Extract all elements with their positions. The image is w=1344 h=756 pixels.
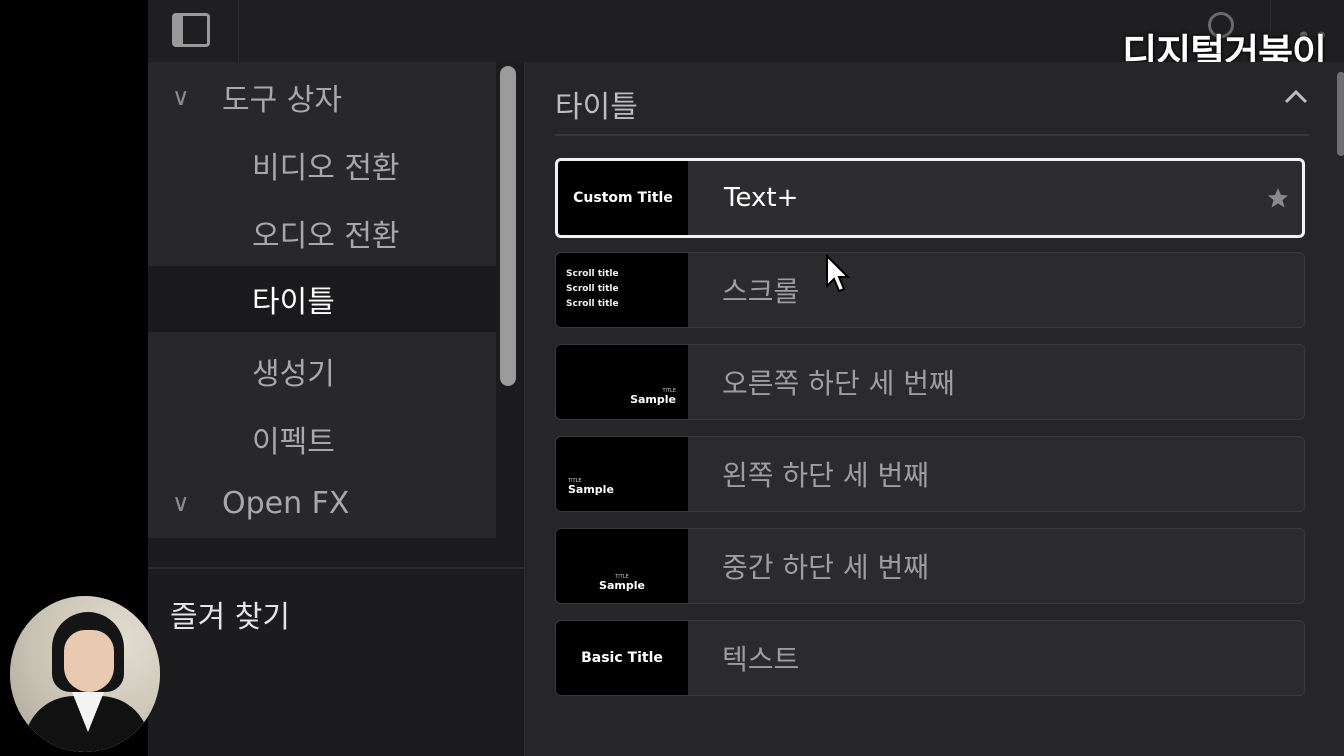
chevron-down-icon[interactable]: ∨ — [172, 83, 222, 111]
titles-panel: 타이틀 Custom Title Text+ Scroll title Scro… — [525, 62, 1344, 756]
panel-toggle-icon — [172, 13, 210, 47]
title-thumbnail: TITLE Sample — [556, 529, 688, 603]
mouse-cursor-icon — [826, 254, 851, 293]
title-item-label: Text+ — [724, 183, 799, 213]
tree-item-video-transitions[interactable]: 비디오 전환 — [148, 132, 496, 198]
tree-item-label: 생성기 — [252, 357, 335, 392]
title-item-scroll[interactable]: Scroll title Scroll title Scroll title 스… — [555, 252, 1305, 328]
title-thumbnail: Scroll title Scroll title Scroll title — [556, 253, 688, 327]
tree-category-openfx[interactable]: ∨ Open FX — [148, 470, 496, 536]
favorites-header[interactable]: 즐겨 찾기 — [170, 592, 290, 636]
tree-item-label: 타이틀 — [252, 285, 335, 320]
title-item-label: 텍스트 — [722, 643, 800, 676]
title-thumbnail: Basic Title — [556, 621, 688, 695]
panel-toggle-button[interactable] — [148, 0, 239, 62]
star-icon[interactable] — [1266, 186, 1290, 210]
effects-sidebar: ∨ 도구 상자 비디오 전환 오디오 전환 타이틀 생성기 이펙트 ∨ Open… — [148, 62, 525, 756]
title-thumbnail: TITLE Sample — [556, 437, 688, 511]
section-divider — [555, 134, 1309, 136]
sidebar-divider — [148, 567, 524, 569]
tree-category-toolbox[interactable]: ∨ 도구 상자 — [148, 64, 496, 130]
title-thumbnail: TITLE Sample — [556, 345, 688, 419]
chevron-up-icon[interactable] — [1283, 84, 1309, 110]
tree-item-titles[interactable]: 타이틀 — [148, 266, 496, 332]
main-scrollbar[interactable] — [1337, 72, 1344, 156]
tree-item-effects[interactable]: 이펙트 — [148, 406, 496, 472]
tree-item-generators[interactable]: 생성기 — [148, 338, 496, 404]
title-item-label: 스크롤 — [722, 275, 800, 308]
tree-item-audio-transitions[interactable]: 오디오 전환 — [148, 200, 496, 266]
title-item-lower-third-left[interactable]: TITLE Sample 왼쪽 하단 세 번째 — [555, 436, 1305, 512]
tree-item-label: 오디오 전환 — [252, 219, 400, 254]
title-item-lower-third-right[interactable]: TITLE Sample 오른쪽 하단 세 번째 — [555, 344, 1305, 420]
title-item-label: 왼쪽 하단 세 번째 — [722, 459, 930, 492]
title-item-text[interactable]: Basic Title 텍스트 — [555, 620, 1305, 696]
tree-item-label: 비디오 전환 — [252, 151, 400, 186]
sidebar-scrollbar[interactable] — [500, 66, 516, 386]
title-item-text-plus[interactable]: Custom Title Text+ — [555, 158, 1305, 238]
webcam-overlay — [10, 596, 160, 752]
chevron-down-icon[interactable]: ∨ — [172, 489, 222, 517]
title-item-label: 오른쪽 하단 세 번째 — [722, 367, 955, 400]
tree-item-label: Open FX — [222, 485, 350, 521]
tree-item-label: 도구 상자 — [222, 83, 342, 118]
effects-tree: ∨ 도구 상자 비디오 전환 오디오 전환 타이틀 생성기 이펙트 ∨ Open… — [148, 62, 496, 538]
section-title: 타이틀 — [555, 90, 638, 125]
title-thumbnail: Custom Title — [558, 161, 688, 235]
title-item-lower-third-middle[interactable]: TITLE Sample 중간 하단 세 번째 — [555, 528, 1305, 604]
tree-item-label: 이펙트 — [252, 425, 335, 460]
title-item-label: 중간 하단 세 번째 — [722, 551, 930, 584]
